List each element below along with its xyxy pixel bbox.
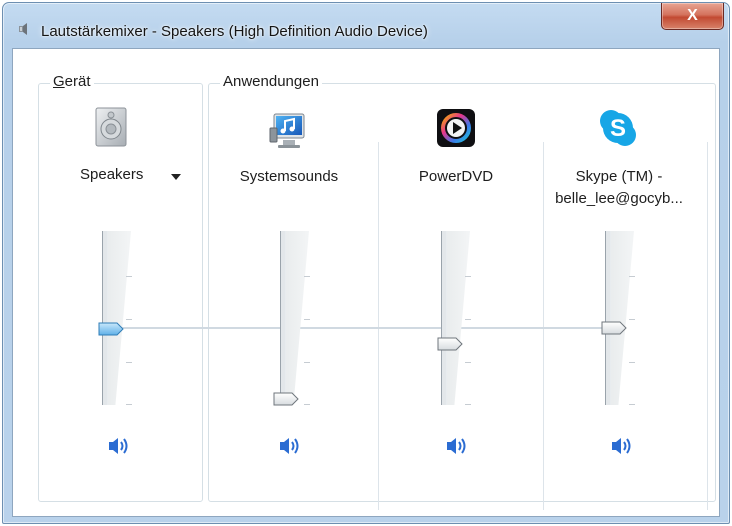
applications-group-legend: Anwendungen: [220, 73, 322, 90]
speaker-title-icon: [19, 23, 27, 35]
speaker-device-icon: [95, 107, 127, 147]
powerdvd-mute-button[interactable]: [444, 435, 470, 457]
skype-volume-track[interactable]: [605, 231, 611, 405]
app-name-powerdvd: PowerDVD: [418, 168, 494, 185]
device-dropdown-arrow[interactable]: [171, 174, 181, 180]
systemsounds-volume-slider-thumb[interactable]: [273, 392, 299, 406]
volume-tick: [304, 276, 310, 277]
powerdvd-volume-track[interactable]: [441, 231, 447, 405]
skype-volume-slider-thumb[interactable]: [601, 321, 627, 335]
close-button[interactable]: X: [661, 3, 724, 30]
device-legend-accel: G: [53, 73, 65, 90]
volume-tick: [126, 362, 132, 363]
volume-tick: [629, 319, 635, 320]
volume-tick: [465, 362, 471, 363]
volume-tick: [629, 404, 635, 405]
device-volume-track[interactable]: [102, 231, 108, 405]
title-bar[interactable]: Lautstärkemixer - Speakers (High Definit…: [3, 3, 729, 47]
window-title: Lautstärkemixer - Speakers (High Definit…: [41, 23, 428, 40]
app-name-skype-line1: Skype (TM) -: [575, 168, 663, 185]
system-sounds-icon: [269, 113, 305, 148]
volume-tick: [465, 319, 471, 320]
volume-tick: [304, 319, 310, 320]
volume-tick: [126, 319, 132, 320]
channel-separator: [707, 142, 708, 510]
svg-text:S: S: [610, 115, 626, 142]
systemsounds-volume-track[interactable]: [280, 231, 286, 405]
master-level-line: [103, 327, 608, 329]
volume-tick: [126, 404, 132, 405]
powerdvd-icon: [437, 109, 475, 147]
channel-separator: [378, 142, 379, 510]
volume-tick: [465, 276, 471, 277]
volume-tick: [629, 276, 635, 277]
volume-tick: [304, 362, 310, 363]
device-volume-slider-thumb[interactable]: [98, 322, 124, 336]
volume-tick: [465, 404, 471, 405]
skype-icon: S: [600, 110, 636, 146]
device-legend-rest: erät: [64, 73, 91, 90]
volume-mixer-window: Lautstärkemixer - Speakers (High Definit…: [2, 2, 730, 524]
device-name[interactable]: Speakers: [80, 166, 143, 183]
device-group-legend: Gerät: [50, 73, 94, 90]
systemsounds-mute-button[interactable]: [277, 435, 303, 457]
device-mute-button[interactable]: [106, 435, 132, 457]
volume-tick: [304, 404, 310, 405]
mixer-client-area: Gerät Anwendungen Speakers Systemsounds …: [12, 48, 720, 517]
volume-tick: [126, 276, 132, 277]
skype-mute-button[interactable]: [609, 435, 635, 457]
volume-tick: [629, 362, 635, 363]
app-name-skype-line2: belle_lee@gocyb...: [555, 190, 683, 207]
app-name-systemsounds: Systemsounds: [239, 168, 339, 185]
powerdvd-volume-slider-thumb[interactable]: [437, 337, 463, 351]
